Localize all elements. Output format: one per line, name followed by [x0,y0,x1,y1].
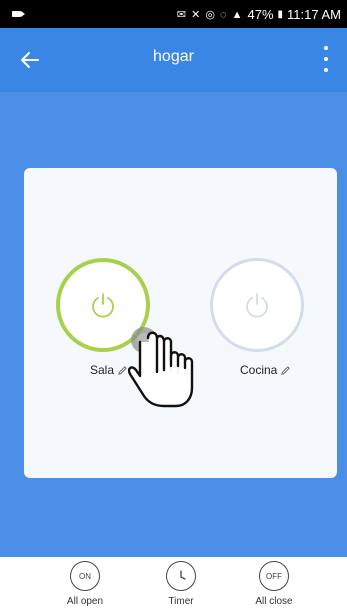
timer-button[interactable]: Timer [141,561,221,607]
power-off-icon [246,293,268,318]
power-on-icon [92,293,114,318]
edit-pencil-icon[interactable] [280,365,291,376]
off-icon: OFF [259,561,289,591]
page-title: hogar [153,48,194,65]
status-bar: ✉ ✕ ◎ ◌ ▲ 47% ▮ 11:17 AM [0,0,347,28]
app-bar: hogar [0,28,347,92]
all-open-label: All open [66,596,104,607]
device-panel: Sala Cocina [24,168,337,478]
bottom-action-bar: ON All open Timer OFF All close [0,557,347,612]
device-name-cocina: Cocina [240,363,278,377]
device-label-sala: Sala [90,363,128,377]
video-record-icon [12,11,25,17]
status-time: 11:17 AM [287,6,341,22]
all-open-button[interactable]: ON All open [45,561,125,607]
device-name-sala: Sala [90,363,115,377]
battery-icon: ▮ [277,8,284,20]
clock-icon [166,561,196,591]
content-area: Sala Cocina [0,92,347,557]
timer-label: Timer [168,596,194,607]
all-close-label: All close [255,596,293,607]
device-label-cocina: Cocina [240,363,291,377]
on-icon: ON [70,561,100,591]
all-close-button[interactable]: OFF All close [234,561,314,607]
notification-icons: ✉ ✕ ◎ ◌ ▲ [176,8,244,21]
more-options-icon[interactable] [319,46,333,72]
battery-percentage: 47% [247,6,274,22]
tap-hand-icon [127,327,194,408]
power-switch-cocina[interactable] [210,258,304,352]
